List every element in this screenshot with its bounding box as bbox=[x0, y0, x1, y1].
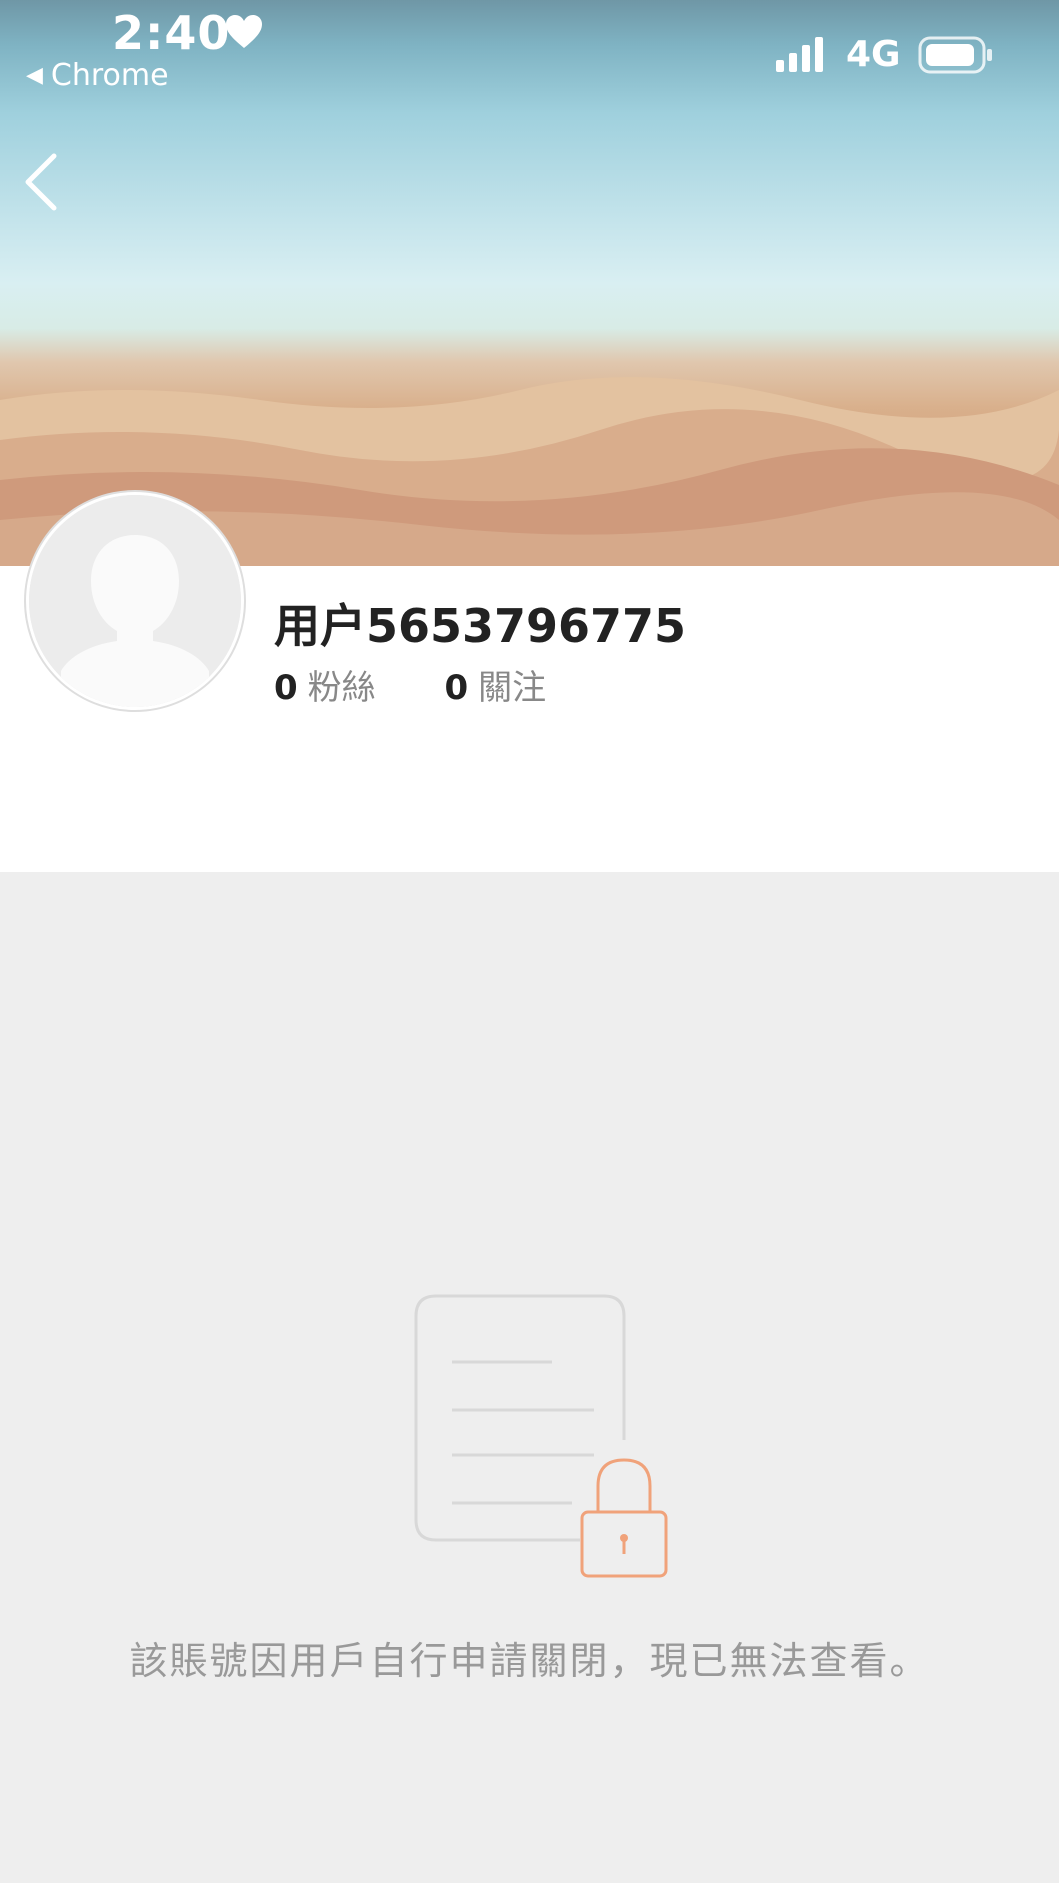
document-lock-icon bbox=[414, 1294, 668, 1578]
cover-banner: 2:40 ◀ Chrome 4G bbox=[0, 0, 1059, 566]
avatar[interactable] bbox=[26, 492, 244, 710]
following-label: 關注 bbox=[478, 668, 547, 708]
network-type: 4G bbox=[846, 34, 901, 75]
avatar-placeholder-icon bbox=[29, 495, 241, 707]
battery-icon bbox=[918, 36, 992, 74]
status-time: 2:40 bbox=[112, 6, 231, 60]
profile-stats: 0 粉絲 0 關注 bbox=[274, 660, 604, 709]
following-count: 0 bbox=[444, 668, 469, 708]
followers-label: 粉絲 bbox=[307, 668, 376, 708]
signal-icon bbox=[776, 37, 823, 72]
followers-count: 0 bbox=[274, 668, 298, 708]
back-app-label: Chrome bbox=[50, 58, 169, 93]
heart-icon bbox=[226, 15, 262, 48]
account-closed-message: 該賬號因用戶自行申請關閉，現已無法查看。 bbox=[129, 1639, 930, 1683]
back-to-app[interactable]: ◀ Chrome bbox=[26, 58, 169, 93]
following-stat[interactable]: 0 關注 bbox=[444, 660, 546, 709]
followers-stat[interactable]: 0 粉絲 bbox=[274, 660, 376, 709]
status-bar: 2:40 ◀ Chrome 4G bbox=[0, 0, 1059, 100]
back-arrow-icon[interactable] bbox=[20, 150, 60, 214]
username: 用户5653796775 bbox=[274, 599, 687, 653]
